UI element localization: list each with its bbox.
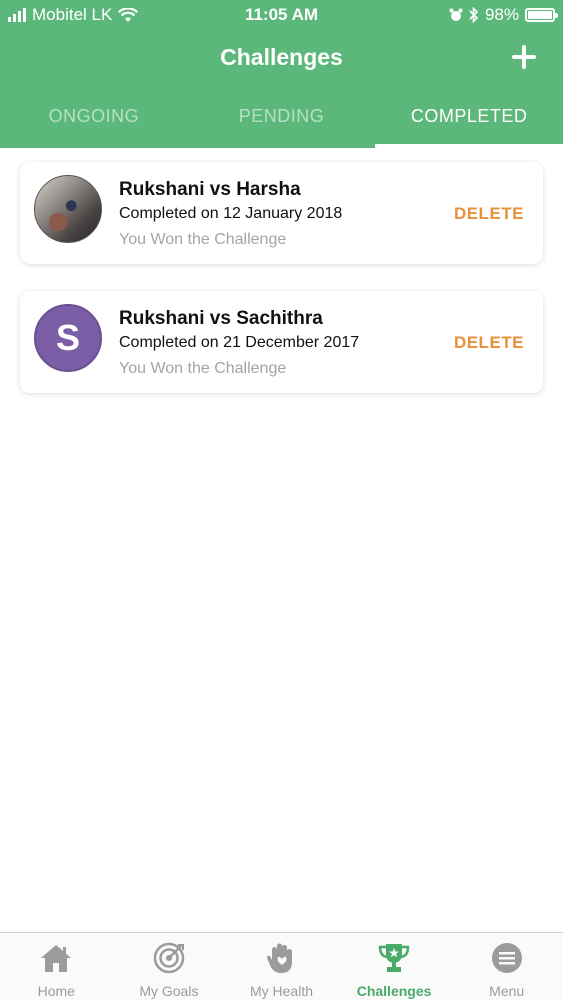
tab-pending[interactable]: PENDING <box>188 94 376 148</box>
challenge-date: Completed on 21 December 2017 <box>119 334 360 351</box>
challenge-list: Rukshani vs Harsha Completed on 12 Janua… <box>20 162 543 420</box>
nav-home[interactable]: Home <box>0 933 113 1000</box>
nav-label: Menu <box>489 983 525 999</box>
tab-ongoing[interactable]: ONGOING <box>0 94 188 148</box>
nav-label: My Goals <box>139 983 199 999</box>
tab-completed[interactable]: COMPLETED <box>375 94 563 148</box>
tab-bar: ONGOING PENDING COMPLETED <box>0 94 563 148</box>
avatar <box>34 175 102 243</box>
battery-percent: 98% <box>484 5 519 24</box>
avatar: S <box>34 304 102 372</box>
app-root: Mobitel LK 11:05 AM 98% Challenges ONGOI… <box>0 0 563 1000</box>
home-icon <box>41 945 72 972</box>
nav-label: Home <box>37 983 75 999</box>
delete-button[interactable]: DELETE <box>454 333 524 353</box>
menu-icon <box>491 943 522 973</box>
status-right: 98% <box>449 5 558 25</box>
challenge-card[interactable]: S Rukshani vs Sachithra Completed on 21 … <box>20 291 543 393</box>
bluetooth-icon <box>469 7 479 23</box>
add-challenge-button[interactable] <box>509 42 539 72</box>
title-row: Challenges <box>0 40 563 76</box>
nav-my-goals[interactable]: My Goals <box>113 933 226 1000</box>
hand-heart-icon <box>267 943 293 973</box>
nav-menu[interactable]: Menu <box>450 933 563 1000</box>
nav-label: Challenges <box>356 983 432 999</box>
challenge-title: Rukshani vs Sachithra <box>119 308 323 329</box>
header: Mobitel LK 11:05 AM 98% Challenges ONGOI… <box>0 0 563 148</box>
trophy-icon <box>378 944 410 972</box>
alarm-icon <box>449 8 463 21</box>
bottom-nav: Home My Goals My Health Challenges Menu <box>0 932 563 1000</box>
nav-challenges[interactable]: Challenges <box>338 933 451 1000</box>
challenge-result: You Won the Challenge <box>119 360 287 377</box>
nav-my-health[interactable]: My Health <box>225 933 338 1000</box>
challenge-result: You Won the Challenge <box>119 231 287 248</box>
challenge-date: Completed on 12 January 2018 <box>119 205 343 222</box>
challenge-card[interactable]: Rukshani vs Harsha Completed on 12 Janua… <box>20 162 543 264</box>
nav-label: My Health <box>249 983 313 999</box>
challenge-title: Rukshani vs Harsha <box>119 179 301 200</box>
target-icon <box>153 942 185 974</box>
delete-button[interactable]: DELETE <box>454 204 524 224</box>
status-bar: Mobitel LK 11:05 AM 98% <box>0 0 563 30</box>
page-title: Challenges <box>220 44 343 70</box>
battery-icon <box>525 8 558 22</box>
